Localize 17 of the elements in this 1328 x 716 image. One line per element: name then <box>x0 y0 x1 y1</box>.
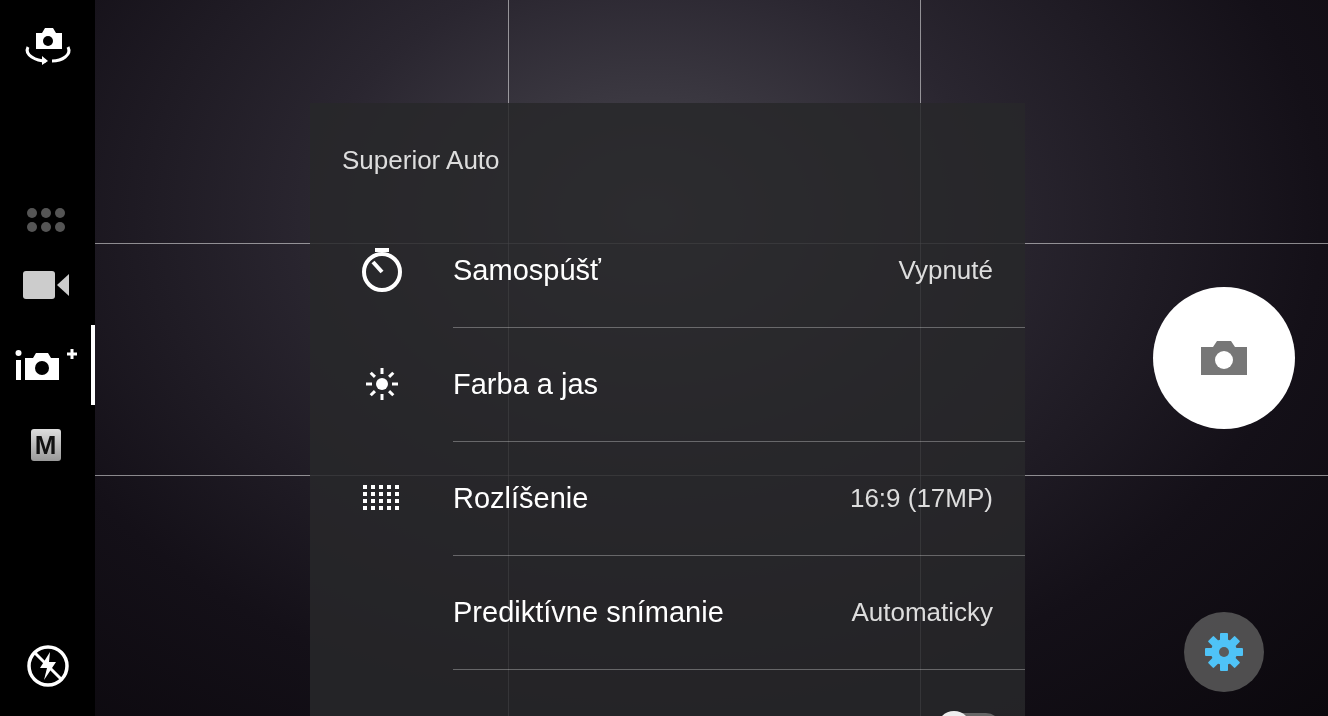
setting-label[interactable]: Prediktívne snímanie <box>453 595 852 629</box>
setting-label[interactable]: Rozlíšenie <box>453 481 850 515</box>
camera-plus-icon <box>14 348 77 382</box>
camera-icon <box>1199 339 1249 377</box>
setting-label[interactable]: Samospúšť <box>453 253 899 287</box>
grid-dots-icon <box>25 207 66 233</box>
setting-value: 16:9 (17MP) <box>849 482 994 514</box>
flash-off-icon[interactable] <box>25 644 70 688</box>
setting-value: Automaticky <box>851 596 994 628</box>
setting-value: Vypnuté <box>898 254 994 286</box>
menu-title: Superior Auto <box>342 145 500 175</box>
manual-mode-label: M <box>30 429 61 461</box>
settings-icon <box>1204 632 1244 672</box>
setting-label[interactable]: Farba a jas <box>453 367 1025 401</box>
video-camera-icon <box>22 271 69 299</box>
camera-mode-button[interactable]: M <box>0 405 95 485</box>
resolution-grid-icon <box>361 484 402 512</box>
